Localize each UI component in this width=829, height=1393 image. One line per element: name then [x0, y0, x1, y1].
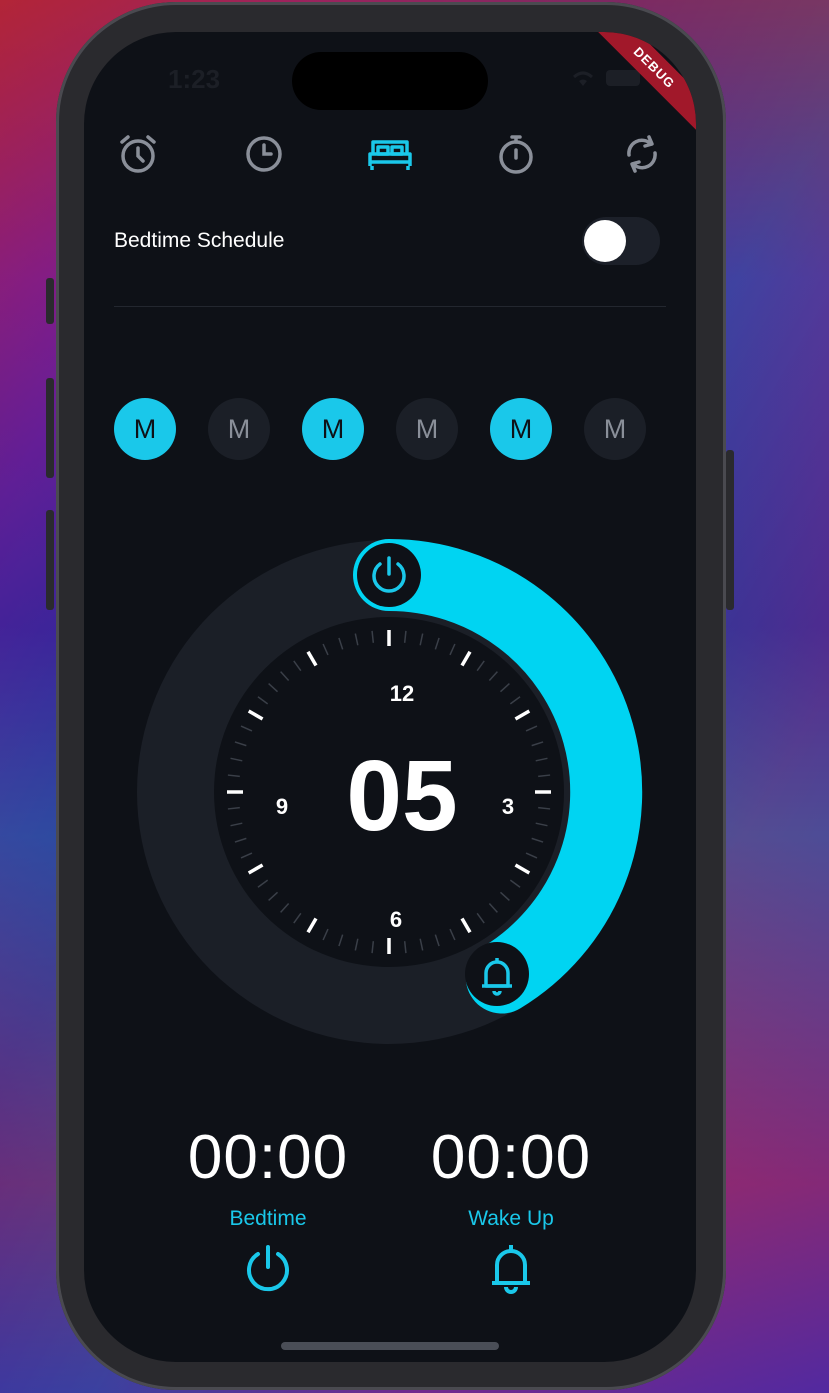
day-button[interactable]: M — [584, 398, 646, 460]
alarm-clock-icon — [120, 135, 156, 173]
bedtime-schedule-toggle[interactable] — [582, 217, 660, 265]
dial-center-value: 05 — [346, 740, 457, 852]
home-indicator — [281, 1342, 499, 1350]
volume-down-button[interactable] — [46, 510, 54, 610]
dial-label-9: 9 — [276, 794, 288, 819]
volume-up-button[interactable] — [46, 378, 54, 478]
wifi-icon — [573, 71, 593, 86]
bedtime-block[interactable]: 00:00 Bedtime — [148, 1122, 388, 1298]
bedtime-handle[interactable] — [357, 543, 421, 607]
bell-icon — [492, 1245, 530, 1294]
tab-stopwatch[interactable] — [490, 128, 542, 180]
sleep-dial: 12 3 6 9 05 — [137, 539, 643, 1044]
bed-icon — [368, 140, 412, 170]
tab-alarm[interactable] — [112, 128, 164, 180]
battery-icon — [606, 70, 640, 86]
wakeup-label: Wake Up — [468, 1207, 554, 1230]
divider — [114, 306, 666, 307]
status-time: 1:23 — [168, 64, 221, 94]
bedtime-value: 00:00 — [187, 1123, 349, 1192]
power-button[interactable] — [726, 450, 734, 610]
day-button[interactable]: M — [208, 398, 270, 460]
sync-icon — [627, 135, 657, 173]
day-button[interactable]: M — [396, 398, 458, 460]
day-button[interactable]: M — [114, 398, 176, 460]
tab-clock[interactable] — [238, 128, 290, 180]
tab-timer[interactable] — [616, 128, 668, 180]
dynamic-island — [292, 52, 488, 110]
dial-label-12: 12 — [390, 681, 414, 706]
power-icon — [247, 1245, 289, 1292]
top-tab-bar — [112, 128, 668, 180]
clock-icon — [246, 136, 282, 172]
day-button[interactable]: M — [302, 398, 364, 460]
day-selector: M M M M M M — [114, 398, 646, 460]
bedtime-schedule-row: Bedtime Schedule — [114, 216, 660, 266]
app-screen: 1:23 DEBUG Bedtime Schedule M M M M M M … — [84, 32, 696, 1362]
bedtime-label: Bedtime — [229, 1207, 307, 1230]
dial-label-6: 6 — [390, 907, 402, 932]
bedtime-schedule-label: Bedtime Schedule — [114, 229, 285, 252]
toggle-knob — [584, 220, 626, 262]
silent-switch[interactable] — [46, 278, 54, 324]
status-icons — [570, 68, 640, 88]
wakeup-block[interactable]: 00:00 Wake Up — [391, 1122, 631, 1300]
wakeup-handle[interactable] — [465, 942, 529, 1006]
day-button[interactable]: M — [490, 398, 552, 460]
dial-label-3: 3 — [502, 794, 514, 819]
tab-bedtime[interactable] — [364, 128, 416, 180]
wakeup-value: 00:00 — [430, 1123, 592, 1192]
stopwatch-icon — [499, 135, 533, 174]
